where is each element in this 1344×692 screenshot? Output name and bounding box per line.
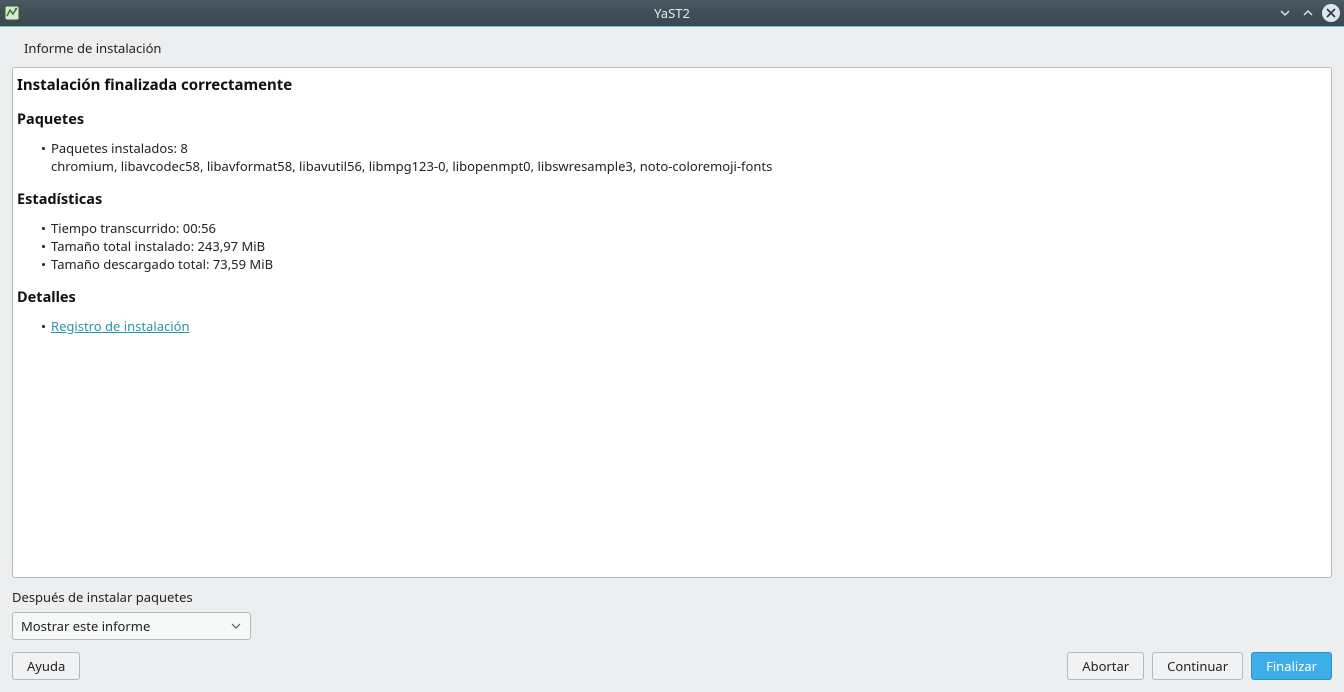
after-install-label: Después de instalar paquetes <box>12 588 1332 606</box>
titlebar: YaST2 <box>0 0 1344 27</box>
close-button[interactable] <box>1322 4 1340 22</box>
maximize-button[interactable] <box>1299 4 1317 22</box>
stat-elapsed: Tiempo transcurrido: 00:56 <box>51 219 1327 237</box>
packages-installed-count: Paquetes instalados: 8 chromium, libavco… <box>51 139 1327 175</box>
app-icon <box>4 5 20 21</box>
install-log-link[interactable]: Registro de instalación <box>51 317 190 335</box>
window-title: YaST2 <box>654 4 690 22</box>
details-item: Registro de instalación <box>51 317 1327 335</box>
chevron-down-icon <box>228 621 244 631</box>
stat-downloaded-size: Tamaño descargado total: 73,59 MiB <box>51 255 1327 273</box>
report-title: Instalación finalizada correctamente <box>17 75 1327 95</box>
help-button[interactable]: Ayuda <box>12 652 80 680</box>
finish-button[interactable]: Finalizar <box>1251 652 1332 680</box>
report-panel: Instalación finalizada correctamente Paq… <box>12 67 1332 578</box>
after-install-select[interactable]: Mostrar este informe <box>12 612 251 640</box>
packages-list: chromium, libavcodec58, libavformat58, l… <box>51 157 1327 175</box>
stats-heading: Estadísticas <box>17 189 1327 209</box>
details-heading: Detalles <box>17 287 1327 307</box>
abort-button[interactable]: Abortar <box>1067 652 1144 680</box>
after-install-selected: Mostrar este informe <box>21 617 150 635</box>
packages-installed-label: Paquetes instalados: 8 <box>51 139 188 157</box>
minimize-button[interactable] <box>1276 4 1294 22</box>
button-row: Ayuda Abortar Continuar Finalizar <box>0 640 1344 692</box>
packages-heading: Paquetes <box>17 109 1327 129</box>
stat-installed-size: Tamaño total instalado: 243,97 MiB <box>51 237 1327 255</box>
continue-button[interactable]: Continuar <box>1152 652 1243 680</box>
page-title: Informe de instalación <box>0 27 1344 67</box>
